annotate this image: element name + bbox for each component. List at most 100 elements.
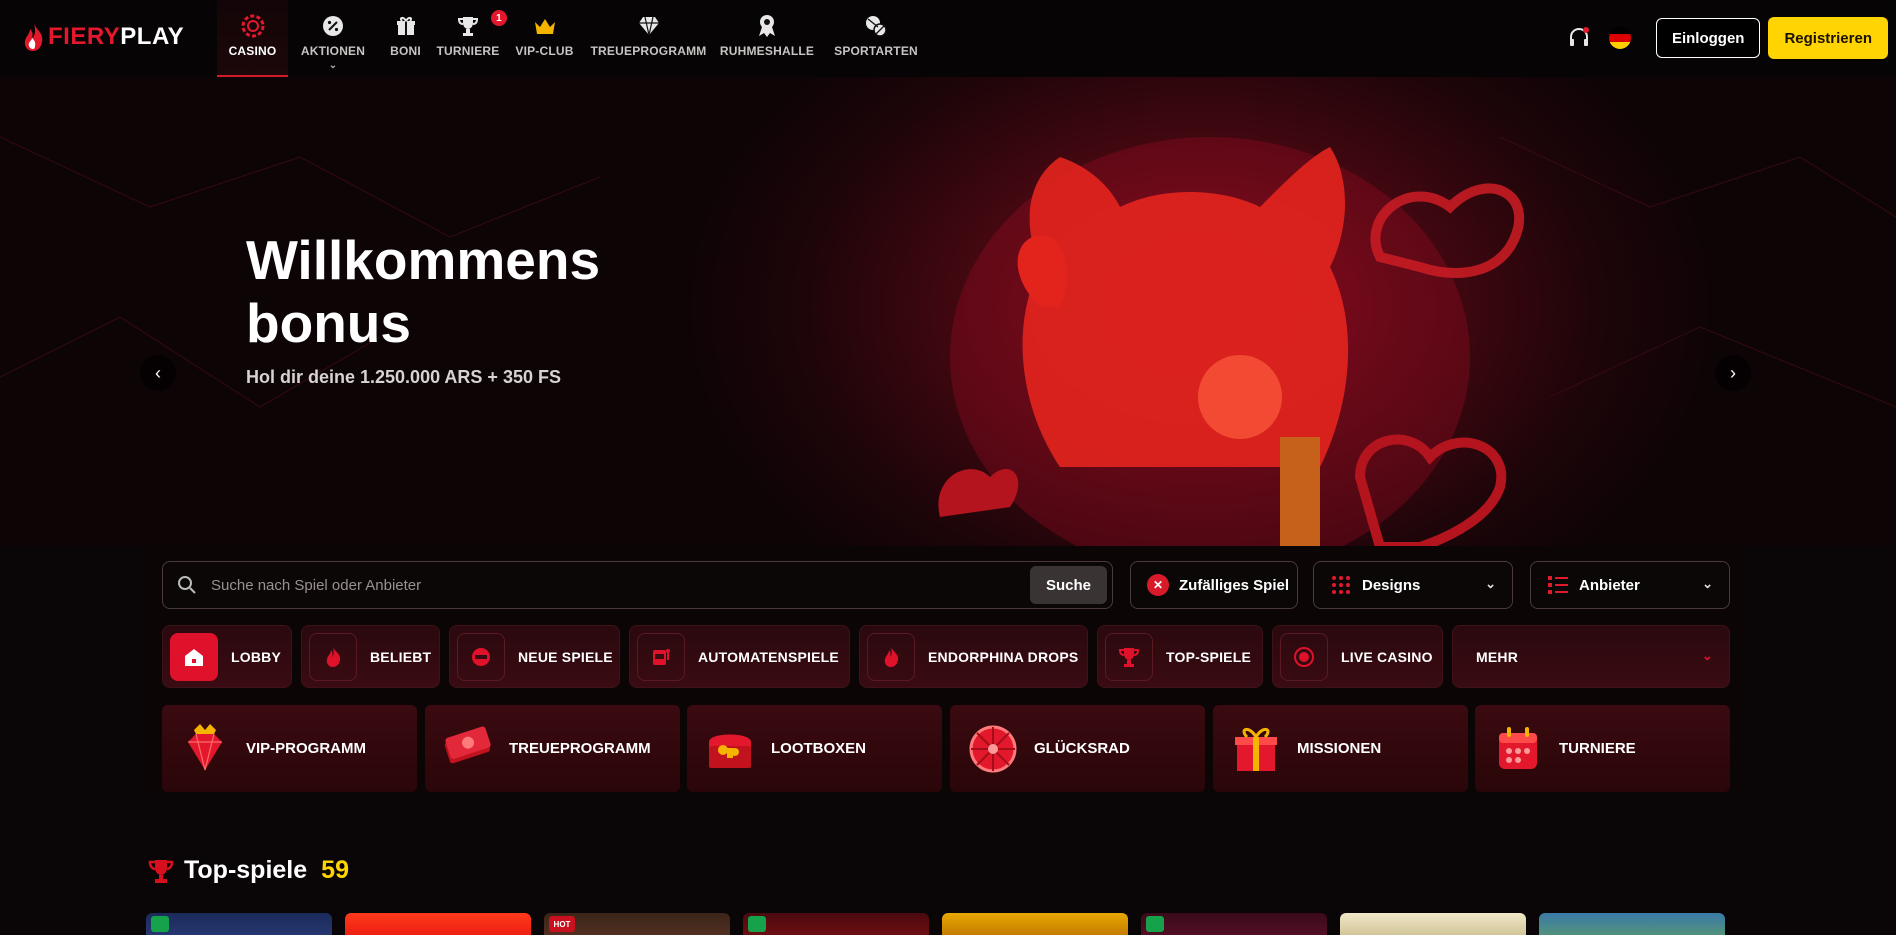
top-navbar: FIERY PLAY CASINO AKTIONEN ⌄ BONI 1 TURNI… <box>0 0 1896 77</box>
trophy-icon <box>456 14 480 38</box>
language-flag-de[interactable] <box>1608 27 1631 49</box>
category-label: BELIEBT <box>370 648 432 665</box>
brand-name-fiery: FIERY <box>48 23 121 50</box>
chevron-down-icon: ⌄ <box>1485 576 1496 591</box>
diamond-icon <box>637 14 661 38</box>
grid-icon <box>1332 576 1350 594</box>
medal-icon <box>755 14 779 38</box>
feature-vip-programm[interactable]: VIP-PROGRAMM <box>162 705 417 792</box>
game-card[interactable] <box>345 913 531 935</box>
list-icon <box>1548 576 1568 594</box>
top-games-title: Top-spiele <box>184 856 308 884</box>
nav-item-turniere[interactable]: 1 TURNIERE <box>433 0 507 77</box>
category-label: TOP-SPIELE <box>1166 648 1251 665</box>
random-game-button[interactable]: ✕ Zufälliges Spiel <box>1130 561 1298 609</box>
flame-logo-icon <box>24 23 43 51</box>
nav-item-casino[interactable]: CASINO <box>217 0 288 77</box>
nav-item-label: AKTIONEN <box>300 44 366 58</box>
category-more-dropdown[interactable]: MEHR ⌄ <box>1452 625 1730 688</box>
category-live-casino[interactable]: LIVE CASINO <box>1272 625 1443 688</box>
providers-label: Anbieter <box>1579 576 1640 594</box>
game-card[interactable] <box>1340 913 1526 935</box>
shuffle-icon: ✕ <box>1147 574 1169 596</box>
support-headset-icon[interactable] <box>1567 26 1591 50</box>
main-menu: CASINO AKTIONEN ⌄ BONI 1 TURNIERE VIP-CL… <box>217 0 929 77</box>
nav-item-label: TREUEPROGRAMM <box>590 44 707 58</box>
designs-dropdown[interactable]: Designs ⌄ <box>1313 561 1513 609</box>
category-top-spiele[interactable]: TOP-SPIELE <box>1097 625 1263 688</box>
search-button[interactable]: Suche <box>1029 566 1107 604</box>
search-icon <box>178 576 196 594</box>
register-button[interactable]: Registrieren <box>1768 17 1888 59</box>
nav-item-label: TURNIERE <box>436 44 500 58</box>
game-badge <box>151 916 169 932</box>
feature-treueprogramm[interactable]: TREUEPROGRAMM <box>425 705 680 792</box>
game-badge <box>748 916 766 932</box>
random-game-label: Zufälliges Spiel <box>1179 576 1290 594</box>
top-games-count: 59 <box>321 856 349 884</box>
flame-icon <box>309 632 357 681</box>
nav-item-label: SPORTARTEN <box>834 44 918 58</box>
feature-turniere[interactable]: TURNIERE <box>1475 705 1730 792</box>
game-card[interactable] <box>1141 913 1327 935</box>
chevron-down-icon: ⌄ <box>1702 576 1713 591</box>
feature-label: LOOTBOXEN <box>771 740 867 757</box>
nav-item-treueprogramm[interactable]: TREUEPROGRAMM <box>586 0 711 77</box>
nav-item-sportarten[interactable]: SPORTARTEN <box>823 0 929 77</box>
login-button[interactable]: Einloggen <box>1655 18 1761 58</box>
category-label: LOBBY <box>231 648 281 665</box>
search-input[interactable]: Suche nach Spiel oder Anbieter <box>211 577 1030 594</box>
casino-chip-icon <box>241 14 265 38</box>
feature-label: MISSIONEN <box>1297 740 1382 757</box>
nav-item-label: VIP-CLUB <box>515 44 574 58</box>
chevron-down-icon: ⌄ <box>1701 648 1713 663</box>
designs-label: Designs <box>1362 576 1421 594</box>
feature-gluecksrad[interactable]: GLÜCKSRAD <box>950 705 1205 792</box>
category-label: NEUE SPIELE <box>518 648 613 665</box>
game-card[interactable]: HOT <box>544 913 730 935</box>
category-label: LIVE CASINO <box>1341 648 1433 665</box>
category-label: MEHR <box>1476 648 1519 665</box>
feature-label: TREUEPROGRAMM <box>509 740 651 757</box>
game-card[interactable] <box>146 913 332 935</box>
feature-label: VIP-PROGRAMM <box>246 740 366 757</box>
category-endorphina-drops[interactable]: ENDORPHINA DROPS <box>859 625 1088 688</box>
sports-ball-icon <box>864 14 888 38</box>
cash-stack-icon <box>441 722 495 776</box>
slot-machine-icon <box>637 632 685 681</box>
nav-item-aktionen[interactable]: AKTIONEN ⌄ <box>288 0 378 77</box>
game-card[interactable] <box>1539 913 1725 935</box>
top-games-heading: Top-spiele 59 <box>148 856 349 885</box>
hero-next-button[interactable]: › <box>1715 355 1751 391</box>
brand-logo[interactable]: FIERY PLAY <box>22 22 184 52</box>
nav-item-vip-club[interactable]: VIP-CLUB <box>503 0 586 77</box>
chevron-down-icon: ⌄ <box>328 60 338 71</box>
nav-item-label: CASINO <box>228 44 277 58</box>
hero-title-line1: Willkommens <box>246 229 601 291</box>
flame-icon <box>867 632 915 681</box>
category-neue-spiele[interactable]: NEUE SPIELE <box>449 625 620 688</box>
nav-item-boni[interactable]: BONI <box>378 0 433 77</box>
live-icon <box>1280 632 1328 681</box>
nav-item-ruhmeshalle[interactable]: RUHMESHALLE <box>711 0 823 77</box>
wheel-icon <box>966 722 1020 776</box>
new-badge-icon <box>457 632 505 681</box>
nav-actions: Einloggen Registrieren <box>1567 17 1888 59</box>
category-automatenspiele[interactable]: AUTOMATENSPIELE <box>629 625 850 688</box>
hero-banner[interactable]: ‹ › Willkommens bonus Hol dir deine 1.250… <box>0 77 1896 547</box>
category-label: AUTOMATENSPIELE <box>698 648 839 665</box>
hero-prev-button[interactable]: ‹ <box>140 355 176 391</box>
feature-label: GLÜCKSRAD <box>1034 740 1130 757</box>
providers-dropdown[interactable]: Anbieter ⌄ <box>1530 561 1730 609</box>
brand-name-play: PLAY <box>120 23 185 50</box>
nav-item-label: RUHMESHALLE <box>719 44 815 58</box>
category-beliebt[interactable]: BELIEBT <box>301 625 440 688</box>
game-card[interactable] <box>942 913 1128 935</box>
feature-missionen[interactable]: MISSIONEN <box>1213 705 1468 792</box>
feature-lootboxen[interactable]: LOOTBOXEN <box>687 705 942 792</box>
game-card[interactable] <box>743 913 929 935</box>
trophy-icon <box>1105 632 1153 681</box>
category-lobby[interactable]: LOBBY <box>162 625 292 688</box>
home-icon <box>170 632 218 681</box>
search-bar[interactable]: Suche nach Spiel oder Anbieter Suche <box>162 561 1113 609</box>
